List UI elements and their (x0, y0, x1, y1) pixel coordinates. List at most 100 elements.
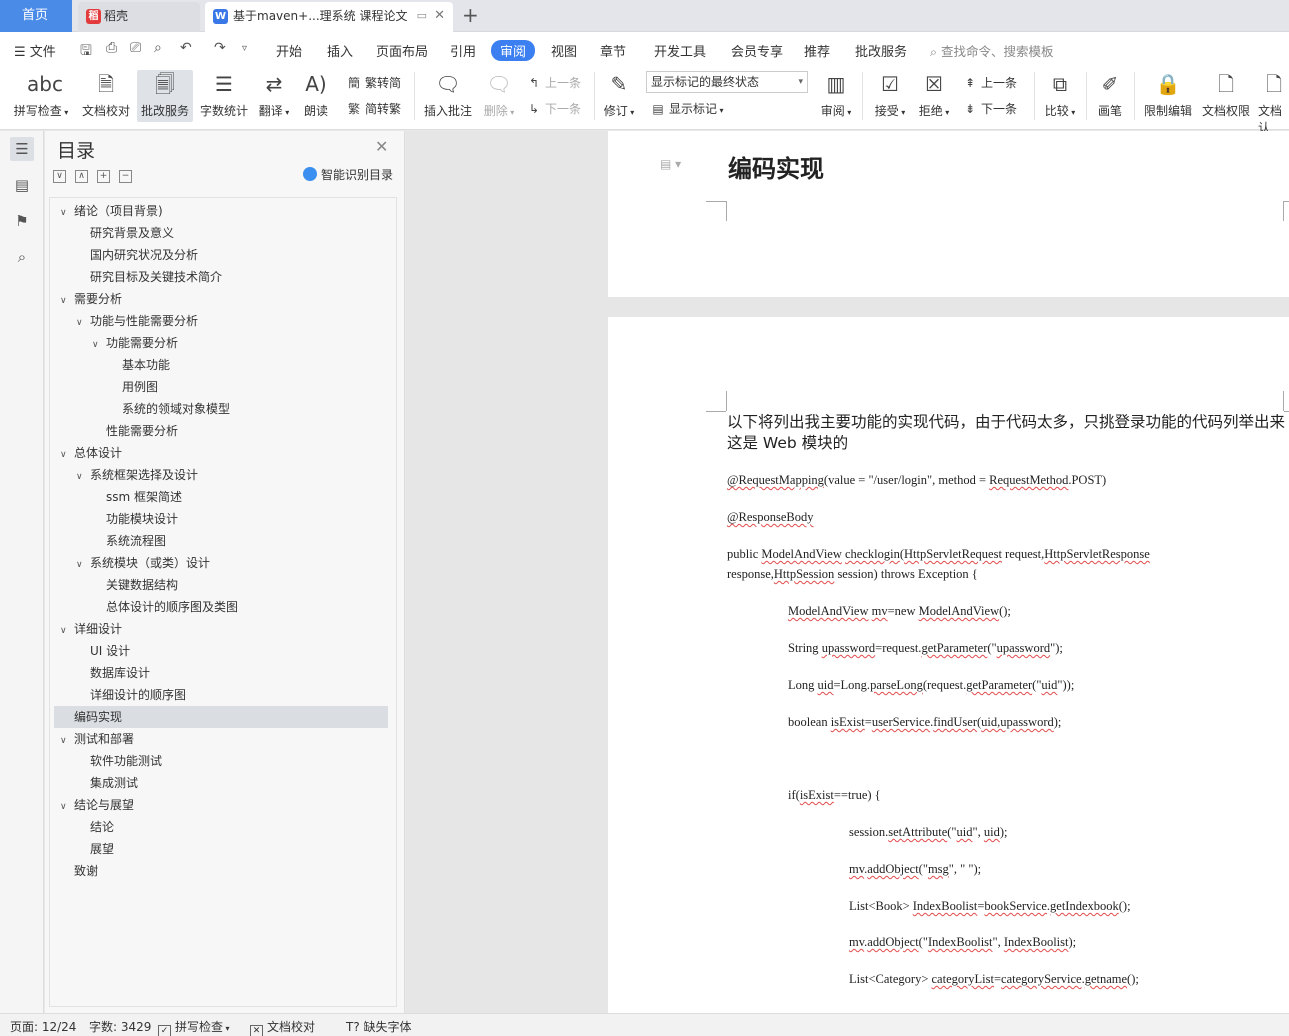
menu-devtools[interactable]: 开发工具 (654, 41, 706, 60)
toc-item[interactable]: ∨ 系统框架选择及设计 (76, 464, 198, 486)
chevron-down-icon[interactable]: ∨ (60, 444, 74, 466)
toc-item[interactable]: UI 设计 (76, 640, 130, 662)
toc-item[interactable]: 国内研究状况及分析 (76, 244, 198, 266)
toc-item[interactable]: 基本功能 (108, 354, 170, 376)
doc-proof-button[interactable]: 🗎 文档校对 (78, 70, 134, 119)
chevron-down-icon[interactable]: ∨ (60, 290, 74, 312)
outline-icon[interactable]: ▤ (10, 173, 34, 197)
undo-icon[interactable]: ↶ (180, 40, 192, 56)
file-menu[interactable]: ☰ 文件 (14, 41, 56, 60)
chevron-down-icon[interactable]: ∨ (92, 334, 106, 356)
tab-home[interactable]: 首页 (0, 0, 72, 32)
delete-comment-button[interactable]: 🗨 删除 ▾ (480, 70, 518, 119)
word-count-button[interactable]: ☰ 字数统计 (198, 70, 250, 119)
toc-item[interactable]: ∨ 功能需要分析 (92, 332, 178, 354)
pen-button[interactable]: ✐ 画笔 (1094, 70, 1126, 119)
command-search[interactable]: ⌕ 查找命令、搜索模板 (930, 41, 1054, 60)
print-icon[interactable]: ⎚ (130, 40, 141, 56)
track-changes-button[interactable]: ✎ 修订 ▾ (600, 70, 638, 119)
doc-permission-button[interactable]: 🗋 文档权限 (1200, 70, 1252, 119)
monitor-icon[interactable]: ▭ (417, 2, 427, 30)
document-canvas[interactable]: ▤ ▾ 编码实现 以下将列出我主要功能的实现代码，由于代码太多，只挑登录功能的代… (406, 131, 1289, 1013)
read-aloud-button[interactable]: A) 朗读 (298, 70, 334, 119)
chevron-down-icon[interactable]: ∨ (76, 466, 90, 488)
toc-item[interactable]: 软件功能测试 (76, 750, 162, 772)
compare-button[interactable]: ⧉ 比较 ▾ (1040, 70, 1080, 119)
spell-check-button[interactable]: abc 拼写检查 ▾ (8, 70, 74, 119)
review-pane-button[interactable]: ▥ 审阅 ▾ (816, 70, 856, 119)
menu-member[interactable]: 会员专享 (731, 41, 783, 60)
tab-daoke[interactable]: 稻 稻壳 (78, 2, 200, 32)
chevron-down-icon[interactable]: ∨ (76, 312, 90, 334)
doc-cert-button[interactable]: 🗋 文档认 (1258, 70, 1289, 136)
toc-item[interactable]: 性能需要分析 (92, 420, 178, 442)
menu-correction[interactable]: 批改服务 (855, 41, 907, 60)
insert-comment-button[interactable]: 🗨 插入批注 (422, 70, 474, 119)
markup-state-select[interactable]: 显示标记的最终状态 ▾ (646, 71, 808, 93)
toc-item[interactable]: 编码实现 (54, 706, 388, 728)
toc-item[interactable]: 研究目标及关键技术简介 (76, 266, 222, 288)
toc-item[interactable]: 结论 (76, 816, 114, 838)
search-icon[interactable]: ⌕ (10, 245, 34, 269)
toc-item[interactable]: 功能模块设计 (92, 508, 178, 530)
export-icon[interactable]: ⎙ (106, 40, 117, 56)
toc-item[interactable]: ∨ 系统模块（或类）设计 (76, 552, 210, 574)
paragraph-menu-icon[interactable]: ▤ ▾ (660, 157, 681, 171)
menu-review[interactable]: 审阅 (491, 40, 536, 61)
chevron-down-icon[interactable]: ∨ (60, 202, 74, 224)
toc-item[interactable]: 详细设计的顺序图 (76, 684, 186, 706)
toc-item[interactable]: ssm 框架简述 (92, 486, 182, 508)
toc-item[interactable]: ∨ 总体设计 (60, 442, 122, 464)
close-tab-icon[interactable]: ✕ (434, 2, 445, 30)
toc-item[interactable]: 致谢 (60, 860, 98, 882)
toc-item[interactable]: ∨ 结论与展望 (60, 794, 134, 816)
toc-item[interactable]: 展望 (76, 838, 114, 860)
trad-to-simp-button[interactable]: 簡繁转简 (346, 74, 401, 91)
chevron-down-icon[interactable]: ∨ (76, 554, 90, 576)
toc-item[interactable]: 关键数据结构 (92, 574, 178, 596)
reject-button[interactable]: ☒ 拒绝 ▾ (914, 70, 954, 119)
expand-all-icon[interactable]: ∨ (53, 170, 66, 183)
prev-change-button[interactable]: ⇞ 上一条 (962, 74, 1017, 91)
show-markup-button[interactable]: ▤ 显示标记 ▾ (650, 100, 723, 117)
add-heading-icon[interactable]: + (97, 170, 110, 183)
tab-document[interactable]: W 基于maven+...理系统 课程论文 ▭ ✕ (205, 2, 453, 32)
toc-item[interactable]: 数据库设计 (76, 662, 150, 684)
toc-item[interactable]: ∨ 绪论（项目背景) (60, 200, 163, 222)
chevron-down-icon[interactable]: ∨ (60, 620, 74, 642)
bookmark-icon[interactable]: ⚑ (10, 209, 34, 233)
new-tab-button[interactable]: + (462, 2, 479, 28)
collapse-all-icon[interactable]: ∧ (75, 170, 88, 183)
missing-font[interactable]: T? 缺失字体 (346, 1018, 412, 1035)
redo-icon[interactable]: ↷ (214, 40, 226, 56)
chevron-down-icon[interactable]: ∨ (60, 730, 74, 752)
toc-item[interactable]: ∨ 功能与性能需要分析 (76, 310, 198, 332)
page-indicator[interactable]: 页面: 12/24 (10, 1018, 76, 1035)
toc-item[interactable]: 系统流程图 (92, 530, 166, 552)
correction-service-button[interactable]: 🗐 批改服务 (137, 70, 193, 122)
next-comment-button[interactable]: ↳ 下一条 (526, 100, 581, 117)
word-count[interactable]: 字数: 3429 (89, 1018, 151, 1035)
status-doc-proof[interactable]: ✕ 文档校对 (250, 1018, 315, 1036)
menu-layout[interactable]: 页面布局 (376, 41, 428, 60)
chevron-down-icon[interactable]: ∨ (60, 796, 74, 818)
toc-item[interactable]: 研究背景及意义 (76, 222, 174, 244)
accept-button[interactable]: ☑ 接受 ▾ (870, 70, 910, 119)
menu-recommend[interactable]: 推荐 (804, 41, 830, 60)
restrict-edit-button[interactable]: 🔒 限制编辑 (1140, 70, 1196, 119)
preview-icon[interactable]: ⌕ (154, 40, 162, 56)
toc-item[interactable]: ∨ 详细设计 (60, 618, 122, 640)
menu-insert[interactable]: 插入 (327, 41, 353, 60)
close-icon[interactable]: ✕ (375, 137, 388, 156)
toc-item[interactable]: 总体设计的顺序图及类图 (92, 596, 238, 618)
save-icon[interactable]: 🖫 (80, 40, 92, 64)
prev-comment-button[interactable]: ↰ 上一条 (526, 74, 581, 91)
toc-item[interactable]: 集成测试 (76, 772, 138, 794)
toc-item[interactable]: 用例图 (108, 376, 158, 398)
next-change-button[interactable]: ⇟ 下一条 (962, 100, 1017, 117)
menu-chapter[interactable]: 章节 (600, 41, 626, 60)
menu-reference[interactable]: 引用 (450, 41, 476, 60)
toc-item[interactable]: ∨ 测试和部署 (60, 728, 134, 750)
menu-start[interactable]: 开始 (276, 41, 302, 60)
simp-to-trad-button[interactable]: 繁简转繁 (346, 100, 401, 117)
